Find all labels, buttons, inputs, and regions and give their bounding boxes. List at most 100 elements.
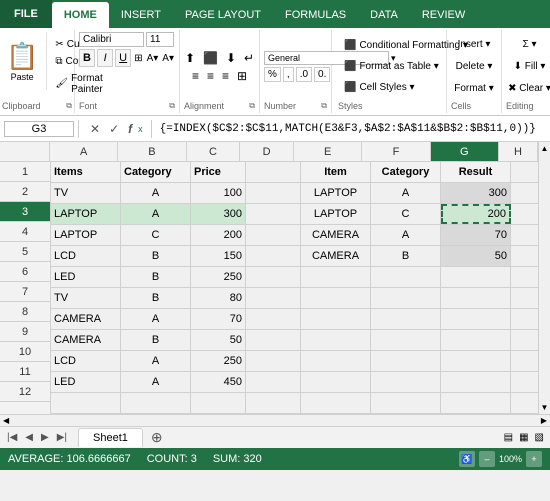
cell-A10[interactable]: LCD [51,351,121,371]
cell-A1[interactable]: Items [51,162,121,182]
cell-D8[interactable] [246,309,301,329]
row-header-5[interactable]: 5 [0,242,50,262]
row-header-4[interactable]: 4 [0,222,50,242]
cell-G9[interactable] [441,330,511,350]
scroll-up-button[interactable]: ▲ [539,142,550,155]
align-center-button[interactable]: ≡ [204,68,217,84]
cell-D12[interactable] [246,393,301,413]
cell-G8[interactable] [441,309,511,329]
cell-C2[interactable]: 100 [191,183,246,203]
tab-data[interactable]: DATA [358,2,410,28]
cell-A9[interactable]: CAMERA [51,330,121,350]
sheet-nav-last[interactable]: ▶| [54,431,70,444]
cell-G4[interactable]: 70 [441,225,511,245]
horizontal-scrollbar[interactable]: ◀ ▶ [0,414,550,426]
cell-B12[interactable] [121,393,191,413]
cell-H6[interactable] [511,267,538,287]
col-header-H[interactable]: H [499,142,538,161]
cell-H12[interactable] [511,393,538,413]
number-expand[interactable]: ⧉ [321,101,327,111]
confirm-formula-icon[interactable]: ✓ [106,121,122,137]
fill-color-button[interactable]: A▾ [146,52,160,65]
cell-F9[interactable] [371,330,441,350]
cell-C8[interactable]: 70 [191,309,246,329]
align-left-button[interactable]: ≡ [189,68,202,84]
cell-D3[interactable] [246,204,301,224]
cell-B4[interactable]: C [121,225,191,245]
cell-G5[interactable]: 50 ⊞ (Ctrl) [441,246,511,266]
page-break-view-button[interactable]: ▧ [533,430,546,445]
sheet-nav-prev[interactable]: ◀ [22,431,36,444]
cell-D9[interactable] [246,330,301,350]
cell-H2[interactable] [511,183,538,203]
cell-G11[interactable] [441,372,511,392]
cell-D2[interactable] [246,183,301,203]
cell-D5[interactable] [246,246,301,266]
row-header-6[interactable]: 6 [0,262,50,282]
cell-G10[interactable] [441,351,511,371]
decrease-decimal-button[interactable]: 0. [314,67,330,82]
format-cells-button[interactable]: Format ▾ [448,79,499,99]
clipboard-expand[interactable]: ⧉ [66,101,72,111]
scroll-down-button[interactable]: ▼ [539,401,550,414]
col-header-D[interactable]: D [240,142,294,161]
insert-function-icon[interactable]: f [125,121,135,137]
cell-B9[interactable]: B [121,330,191,350]
cell-C1[interactable]: Price [191,162,246,182]
cell-G6[interactable] [441,267,511,287]
cell-C3[interactable]: 300 [191,204,246,224]
cell-E2[interactable]: LAPTOP [301,183,371,203]
tab-file[interactable]: FILE [0,0,52,28]
col-header-G[interactable]: G [431,142,499,161]
row-header-1[interactable]: 1 [0,162,50,182]
cell-E7[interactable] [301,288,371,308]
zoom-icon[interactable]: – [479,451,495,467]
col-header-C[interactable]: C [187,142,241,161]
wrap-text-button[interactable]: ↵ [241,50,257,66]
cell-F11[interactable] [371,372,441,392]
cell-E10[interactable] [301,351,371,371]
cell-H5[interactable] [511,246,538,266]
col-header-E[interactable]: E [294,142,362,161]
cell-B11[interactable]: A [121,372,191,392]
zoom-in-icon[interactable]: + [526,451,542,467]
row-header-11[interactable]: 11 [0,362,50,382]
cell-B3[interactable]: A [121,204,191,224]
scroll-right-button[interactable]: ▶ [538,416,550,425]
cell-D4[interactable] [246,225,301,245]
name-box[interactable] [4,121,74,137]
row-header-2[interactable]: 2 [0,182,50,202]
cell-F8[interactable] [371,309,441,329]
conditional-formatting-button[interactable]: ⬛ Conditional Formatting ▾ [338,36,440,55]
cell-G12[interactable] [441,393,511,413]
cell-A8[interactable]: CAMERA [51,309,121,329]
formula-input[interactable]: {=INDEX($C$2:$C$11,MATCH(E3&F3,$A$2:$A$1… [156,122,546,136]
align-right-button[interactable]: ≡ [219,68,232,84]
cell-E1[interactable]: Item [301,162,371,182]
cell-C7[interactable]: 80 [191,288,246,308]
accessibility-icon[interactable]: ♿ [459,451,475,467]
cell-C6[interactable]: 250 [191,267,246,287]
cell-A2[interactable]: TV [51,183,121,203]
tab-page-layout[interactable]: PAGE LAYOUT [173,2,273,28]
cell-E11[interactable] [301,372,371,392]
cell-E5[interactable]: CAMERA [301,246,371,266]
cell-B5[interactable]: B [121,246,191,266]
scroll-left-button[interactable]: ◀ [0,416,12,425]
cell-F12[interactable] [371,393,441,413]
font-expand[interactable]: ⧉ [169,101,175,111]
col-header-F[interactable]: F [362,142,430,161]
tab-formulas[interactable]: FORMULAS [273,2,358,28]
cell-A6[interactable]: LED [51,267,121,287]
cell-H10[interactable] [511,351,538,371]
cell-F4[interactable]: A [371,225,441,245]
row-header-8[interactable]: 8 [0,302,50,322]
cell-H1[interactable] [511,162,538,182]
cell-H3[interactable] [511,204,538,224]
sheet1-tab[interactable]: Sheet1 [78,428,143,447]
italic-button[interactable]: I [97,49,113,67]
cell-H8[interactable] [511,309,538,329]
paste-button[interactable]: 📋 Paste [2,32,47,90]
cell-E4[interactable]: CAMERA [301,225,371,245]
row-header-7[interactable]: 7 [0,282,50,302]
